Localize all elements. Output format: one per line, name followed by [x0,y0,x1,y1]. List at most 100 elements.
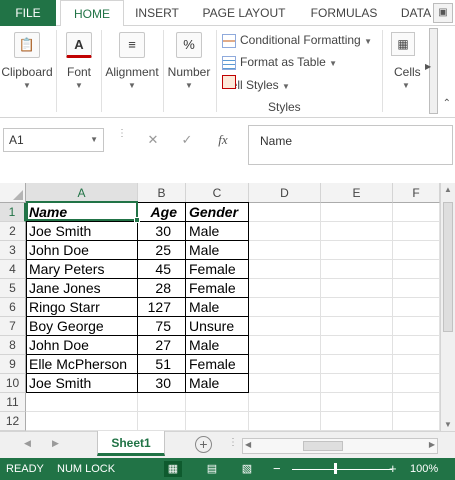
table-cell[interactable]: 45 [138,260,186,279]
add-sheet-button[interactable]: + [195,436,212,453]
empty-cell[interactable] [186,412,249,431]
empty-cell[interactable] [249,279,321,298]
empty-cell[interactable] [321,298,393,317]
cells-group[interactable]: ▦ Cells ▼ [384,26,424,118]
table-cell[interactable]: Joe Smith [26,374,138,393]
scroll-right-icon[interactable]: ▶ [429,440,435,449]
table-cell[interactable]: 27 [138,336,186,355]
font-group[interactable]: A Font ▼ [58,26,100,118]
table-cell[interactable]: Ringo Starr [26,298,138,317]
table-cell[interactable]: 28 [138,279,186,298]
format-as-table-button[interactable]: Format as Table ▼ [222,52,337,72]
collapse-ribbon-icon[interactable]: ⌃ [443,98,451,109]
zoom-level[interactable]: 100% [410,458,438,480]
empty-cell[interactable] [321,317,393,336]
previous-sheet-icon[interactable]: ◀ [24,438,31,449]
empty-cell[interactable] [321,393,393,412]
table-cell[interactable]: 25 [138,241,186,260]
tab-insert[interactable]: INSERT [128,0,186,26]
empty-cell[interactable] [321,412,393,431]
row-header-5[interactable]: 5 [0,279,26,298]
table-cell[interactable]: Male [186,374,249,393]
ribbon-scrollbar[interactable] [429,28,438,114]
row-header-12[interactable]: 12 [0,412,26,431]
table-cell[interactable]: Male [186,336,249,355]
row-header-3[interactable]: 3 [0,241,26,260]
header-cell[interactable]: Gender [186,203,249,222]
column-header-d[interactable]: D [249,183,321,203]
empty-cell[interactable] [393,203,440,222]
empty-cell[interactable] [249,336,321,355]
empty-cell[interactable] [393,317,440,336]
clipboard-group[interactable]: 📋 Clipboard ▼ [0,26,54,118]
table-cell[interactable]: 51 [138,355,186,374]
tab-file[interactable]: FILE [0,0,56,26]
row-header-9[interactable]: 9 [0,355,26,374]
empty-cell[interactable] [249,222,321,241]
empty-cell[interactable] [393,260,440,279]
empty-cell[interactable] [138,412,186,431]
empty-cell[interactable] [138,393,186,412]
empty-cell[interactable] [249,393,321,412]
row-header-7[interactable]: 7 [0,317,26,336]
empty-cell[interactable] [26,412,138,431]
empty-cell[interactable] [393,374,440,393]
resize-handle-icon[interactable]: ⋮ [117,129,127,139]
empty-cell[interactable] [249,374,321,393]
header-cell[interactable]: Age [138,203,186,222]
zoom-in-button[interactable]: + [389,458,397,480]
empty-cell[interactable] [393,298,440,317]
empty-cell[interactable] [249,203,321,222]
table-cell[interactable]: John Doe [26,241,138,260]
empty-cell[interactable] [249,355,321,374]
next-sheet-icon[interactable]: ▶ [52,438,59,449]
empty-cell[interactable] [321,279,393,298]
row-header-2[interactable]: 2 [0,222,26,241]
name-box[interactable]: A1 ▼ [3,128,104,152]
insert-function-icon[interactable]: fx [208,128,238,152]
column-header-c[interactable]: C [186,183,249,203]
row-header-10[interactable]: 10 [0,374,26,393]
scroll-down-icon[interactable]: ▼ [441,420,455,429]
page-break-view-icon[interactable]: ▧ [238,461,256,477]
normal-view-icon[interactable]: ▦ [164,461,182,477]
empty-cell[interactable] [321,241,393,260]
table-cell[interactable]: Boy George [26,317,138,336]
table-cell[interactable]: Male [186,298,249,317]
tab-home[interactable]: HOME [60,0,124,27]
empty-cell[interactable] [321,222,393,241]
table-cell[interactable]: 30 [138,374,186,393]
row-header-8[interactable]: 8 [0,336,26,355]
row-header-11[interactable]: 11 [0,393,26,412]
empty-cell[interactable] [249,412,321,431]
horizontal-scrollbar[interactable]: ◀ ▶ [242,438,438,454]
empty-cell[interactable] [393,241,440,260]
empty-cell[interactable] [249,241,321,260]
empty-cell[interactable] [321,374,393,393]
table-cell[interactable]: Male [186,241,249,260]
empty-cell[interactable] [393,355,440,374]
tab-split-handle-icon[interactable]: ⋮ [228,437,238,448]
table-cell[interactable]: Jane Jones [26,279,138,298]
conditional-formatting-button[interactable]: Conditional Formatting ▼ [222,30,372,50]
table-cell[interactable]: Joe Smith [26,222,138,241]
table-cell[interactable]: 127 [138,298,186,317]
zoom-out-button[interactable]: − [273,458,281,480]
select-all-button[interactable] [0,183,26,203]
scroll-up-icon[interactable]: ▲ [441,185,455,194]
empty-cell[interactable] [393,393,440,412]
tab-data[interactable]: DATA [394,0,438,26]
zoom-slider-knob[interactable] [334,463,337,474]
empty-cell[interactable] [249,317,321,336]
horizontal-scroll-thumb[interactable] [303,441,343,451]
row-header-1[interactable]: 1 [0,203,26,222]
table-cell[interactable]: Female [186,355,249,374]
chevron-down-icon[interactable]: ▼ [90,129,98,151]
empty-cell[interactable] [26,393,138,412]
table-cell[interactable]: 75 [138,317,186,336]
sheet-tab[interactable]: Sheet1 [97,431,165,456]
alignment-group[interactable]: ≡ Alignment ▼ [102,26,162,118]
enter-icon[interactable]: ✓ [172,128,202,152]
empty-cell[interactable] [321,203,393,222]
ribbon-restore-icon[interactable]: ▣ [433,3,453,23]
